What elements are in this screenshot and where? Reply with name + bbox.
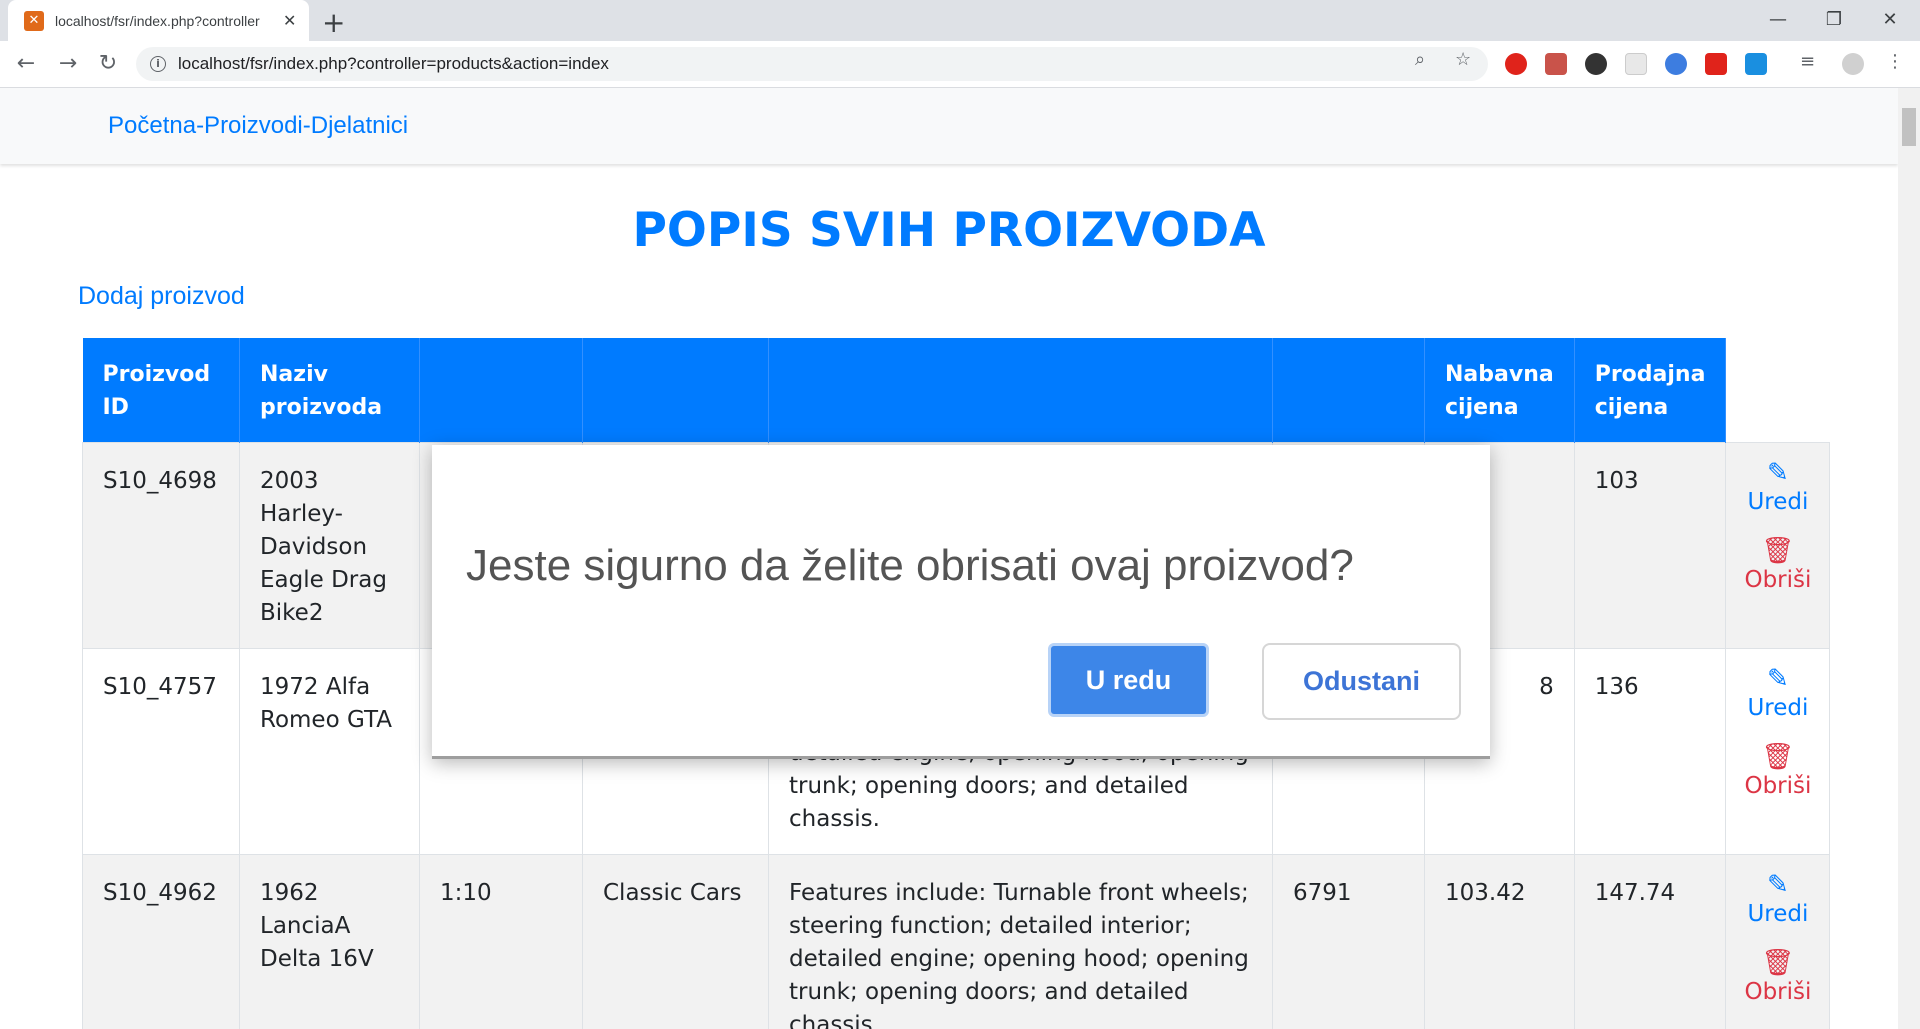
- cell-line: Classic Cars: [582, 854, 769, 1029]
- bookmark-star-icon[interactable]: ☆: [1455, 49, 1471, 70]
- header-sell-price: Prodajna cijena: [1574, 338, 1727, 443]
- close-window-button[interactable]: ✕: [1862, 0, 1918, 38]
- site-navbar: Početna-Proizvodi-Djelatnici: [0, 88, 1898, 164]
- trash-icon: 🗑: [1761, 948, 1795, 978]
- table-header-row: Proizvod ID Naziv proizvoda Nabavna cije…: [82, 338, 1830, 443]
- zoom-icon[interactable]: ⌕: [1415, 49, 1425, 70]
- edit-label: Uredi: [1747, 901, 1809, 927]
- profile-avatar-icon[interactable]: [1842, 53, 1864, 75]
- delete-label: Obriši: [1744, 567, 1812, 593]
- add-product-link[interactable]: Dodaj proizvod: [78, 282, 245, 311]
- browser-tabbar: ✕ localhost/fsr/index.php?controller ✕ +…: [0, 0, 1920, 41]
- extension-opera-icon[interactable]: [1505, 53, 1527, 75]
- address-bar[interactable]: i localhost/fsr/index.php?controller=pro…: [136, 47, 1488, 81]
- header-stock: [1272, 338, 1425, 443]
- cell-name: 2003 Harley-Davidson Eagle Drag Bike2: [239, 442, 420, 649]
- extension-download-icon[interactable]: [1745, 53, 1767, 75]
- tab-title: localhost/fsr/index.php?controller: [55, 12, 260, 29]
- edit-icon: ✎: [1767, 870, 1789, 900]
- header-scale: [419, 338, 583, 443]
- cell-description: Features include: Turnable front wheels;…: [768, 854, 1273, 1029]
- cell-name: 1962 LanciaA Delta 16V: [239, 854, 420, 1029]
- scrollbar-thumb[interactable]: [1902, 108, 1916, 146]
- trash-icon: 🗑: [1761, 742, 1795, 772]
- site-info-icon[interactable]: i: [150, 56, 166, 72]
- extension-video-icon[interactable]: [1705, 53, 1727, 75]
- extension-blank-icon[interactable]: [1625, 53, 1647, 75]
- delete-label: Obriši: [1744, 773, 1812, 799]
- ok-button[interactable]: U redu: [1048, 643, 1209, 717]
- edit-icon: ✎: [1767, 458, 1789, 488]
- dialog-message: Jeste sigurno da želite obrisati ovaj pr…: [466, 541, 1354, 590]
- cancel-button[interactable]: Odustani: [1262, 643, 1461, 720]
- cell-scale: 1:10: [419, 854, 583, 1029]
- cell-buy-price: 103.42: [1424, 854, 1575, 1029]
- restore-button[interactable]: ❐: [1806, 0, 1862, 38]
- menu-kebab-icon[interactable]: ⋮: [1886, 51, 1904, 72]
- browser-toolbar: ← → ↻ i localhost/fsr/index.php?controll…: [0, 41, 1920, 88]
- edit-button[interactable]: ✎ Uredi: [1738, 459, 1817, 517]
- delete-button[interactable]: 🗑 Obriši: [1738, 537, 1817, 595]
- new-tab-button[interactable]: +: [322, 6, 345, 39]
- minimize-button[interactable]: —: [1750, 0, 1806, 38]
- tab-close-icon[interactable]: ✕: [283, 11, 296, 30]
- header-description: [768, 338, 1273, 443]
- cell-actions: ✎ Uredi 🗑 Obriši: [1725, 648, 1831, 855]
- media-control-icon[interactable]: ≡: [1800, 51, 1815, 72]
- page-content: Početna-Proizvodi-Djelatnici POPIS SVIH …: [0, 88, 1898, 1029]
- trash-icon: 🗑: [1761, 536, 1795, 566]
- header-buy-price: Nabavna cijena: [1424, 338, 1575, 443]
- navbar-brand-link[interactable]: Početna-Proizvodi-Djelatnici: [108, 112, 408, 140]
- header-product-name: Naziv proizvoda: [239, 338, 420, 443]
- xampp-favicon-icon: ✕: [24, 10, 44, 31]
- delete-button[interactable]: 🗑 Obriši: [1738, 743, 1817, 801]
- extension-privacy-icon[interactable]: [1585, 53, 1607, 75]
- header-line: [582, 338, 769, 443]
- forward-icon[interactable]: →: [54, 50, 82, 78]
- cell-actions: ✎ Uredi 🗑 Obriši: [1725, 442, 1831, 649]
- edit-label: Uredi: [1747, 489, 1809, 515]
- edit-label: Uredi: [1747, 695, 1809, 721]
- extension-pdf-icon[interactable]: [1545, 53, 1567, 75]
- reload-icon[interactable]: ↻: [94, 50, 122, 78]
- cell-id: S10_4698: [82, 442, 240, 649]
- cell-sell-price: 136: [1573, 648, 1727, 855]
- back-icon[interactable]: ←: [12, 50, 40, 78]
- cell-stock: 6791: [1272, 854, 1425, 1029]
- confirm-delete-dialog: Jeste sigurno da želite obrisati ovaj pr…: [432, 445, 1490, 759]
- edit-icon: ✎: [1767, 664, 1789, 694]
- cell-name: 1972 Alfa Romeo GTA: [239, 648, 420, 855]
- cell-actions: ✎ Uredi 🗑 Obriši: [1725, 854, 1831, 1029]
- page-scrollbar[interactable]: [1898, 88, 1920, 1029]
- cell-sell-price: 147.74: [1573, 854, 1727, 1029]
- extension-globe-icon[interactable]: [1665, 53, 1687, 75]
- edit-button[interactable]: ✎ Uredi: [1738, 871, 1817, 929]
- cell-id: S10_4962: [82, 854, 240, 1029]
- header-product-id: Proizvod ID: [82, 338, 240, 443]
- delete-button[interactable]: 🗑 Obriši: [1738, 949, 1817, 1007]
- cell-sell-price: 103: [1573, 442, 1727, 649]
- browser-tab[interactable]: ✕ localhost/fsr/index.php?controller ✕: [8, 0, 309, 41]
- table-row: S10_4962 1962 LanciaA Delta 16V 1:10 Cla…: [82, 854, 1831, 1029]
- delete-label: Obriši: [1744, 979, 1812, 1005]
- page-title: POPIS SVIH PROIZVODA: [632, 203, 1266, 258]
- url-text: localhost/fsr/index.php?controller=produ…: [178, 54, 609, 73]
- header-actions: [1726, 338, 1830, 443]
- cell-id: S10_4757: [82, 648, 240, 855]
- edit-button[interactable]: ✎ Uredi: [1738, 665, 1817, 723]
